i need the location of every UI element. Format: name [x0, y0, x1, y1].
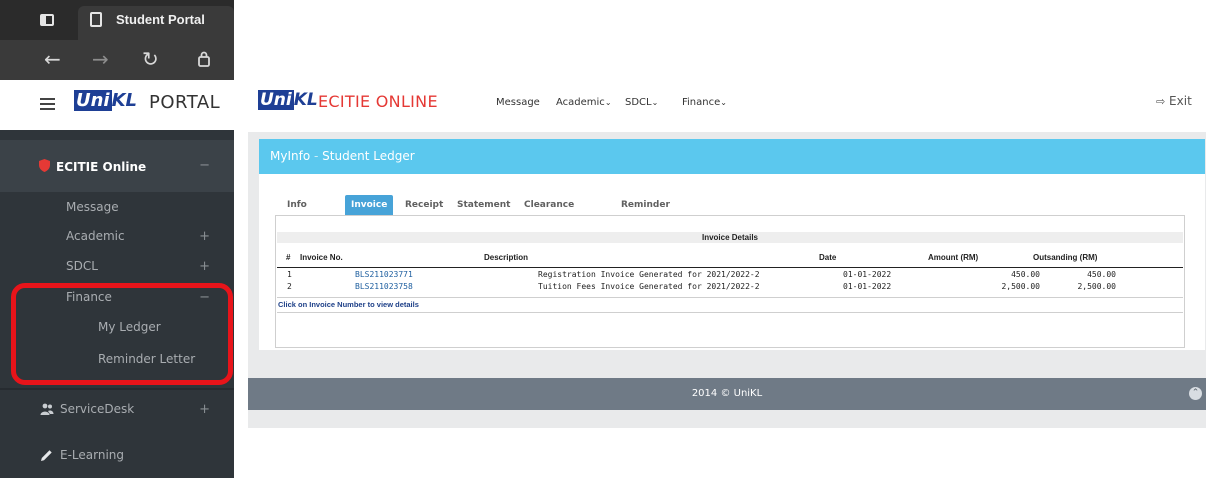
- expand-icon: +: [199, 259, 210, 274]
- column-header-amount: Amount (RM): [928, 253, 979, 262]
- invoice-amount: 2,500.00: [1001, 282, 1040, 291]
- invoice-date: 01-01-2022: [843, 270, 892, 279]
- portal-title: PORTAL: [149, 92, 221, 113]
- nav-finance[interactable]: Finance⌄: [682, 97, 727, 108]
- invoice-details-table: Invoice Details # Invoice No. Descriptio…: [275, 215, 1185, 348]
- table-note: Click on Invoice Number to view details: [278, 300, 419, 309]
- expand-icon: +: [199, 402, 210, 417]
- sidebar-item-e-learning[interactable]: E-Learning: [0, 448, 234, 472]
- tab-invoice[interactable]: Invoice: [345, 195, 394, 215]
- sidebar-item-label: Message: [66, 200, 119, 214]
- tab-receipt[interactable]: Receipt: [405, 195, 443, 215]
- note-divider: [277, 312, 1183, 313]
- column-header-description: Description: [484, 253, 529, 262]
- invoice-number-link[interactable]: BLS211023771: [355, 270, 413, 279]
- sidebar-item-servicedesk[interactable]: ServiceDesk +: [0, 402, 234, 426]
- footer-copyright: 2014 © UniKL: [691, 388, 763, 399]
- column-header-no: #: [286, 253, 291, 262]
- tab-overview-icon[interactable]: [40, 14, 54, 26]
- panel-title-bar: MyInfo - Student Ledger: [259, 139, 1205, 174]
- expand-icon: +: [199, 229, 210, 244]
- sidebar-item-message[interactable]: Message: [0, 200, 234, 224]
- sign-out-icon: ⇨: [1156, 95, 1166, 108]
- tab-info[interactable]: Info: [287, 195, 307, 215]
- highlight-annotation-box: [11, 283, 233, 385]
- reload-icon[interactable]: ↻: [142, 48, 159, 70]
- breadcrumb-myinfo[interactable]: MyInfo: [270, 149, 310, 163]
- sidebar-item-label: SDCL: [66, 259, 98, 273]
- nav-message[interactable]: Message: [496, 97, 540, 108]
- tab-clearance-report[interactable]: Clearance Report: [524, 195, 574, 230]
- sidebar-item-label: ServiceDesk: [60, 402, 135, 416]
- table-caption: Invoice Details: [701, 233, 759, 242]
- breadcrumb: MyInfo - Student Ledger: [270, 149, 415, 163]
- invoice-number-link[interactable]: BLS211023758: [355, 282, 413, 291]
- sidebar-item-label: Academic: [66, 229, 125, 243]
- sidebar-divider: [0, 388, 234, 390]
- sidebar-item-academic[interactable]: Academic +: [0, 229, 234, 253]
- unikl-logo: Uni KL: [74, 90, 138, 111]
- rows-divider: [277, 297, 1183, 298]
- sidebar-section-ecitie-online[interactable]: ECITIE Online −: [0, 140, 234, 192]
- nav-academic[interactable]: Academic⌄: [556, 97, 612, 108]
- unikl-logo[interactable]: Uni KL: [258, 90, 318, 110]
- collapse-icon: −: [199, 158, 210, 173]
- invoice-description: Tuition Fees Invoice Generated for 2021/…: [538, 282, 760, 291]
- chevron-down-icon: ⌄: [604, 98, 612, 107]
- footer-spacer: [248, 410, 1206, 428]
- browser-tab-strip: Student Portal: [0, 0, 234, 40]
- column-header-invoice-no: Invoice No.: [300, 253, 343, 262]
- tab-reminder-letter[interactable]: Reminder Letter: [621, 195, 670, 230]
- breadcrumb-student-ledger: Student Ledger: [322, 149, 415, 163]
- page-icon: [90, 12, 102, 27]
- nav-sdcl[interactable]: SDCL⌄: [625, 97, 658, 108]
- scroll-to-top-icon[interactable]: ⌃: [1189, 387, 1202, 400]
- exit-button[interactable]: ⇨ Exit: [1156, 94, 1192, 108]
- hamburger-menu-icon[interactable]: [40, 98, 55, 110]
- breadcrumb-separator: -: [314, 149, 319, 163]
- chevron-down-icon: ⌄: [720, 98, 727, 107]
- invoice-description: Registration Invoice Generated for 2021/…: [538, 270, 760, 279]
- sidebar-header: Uni KL PORTAL: [0, 80, 234, 130]
- sidebar-item-sdcl[interactable]: SDCL +: [0, 259, 234, 283]
- browser-nav-bar: ← → ↻: [0, 40, 234, 80]
- invoice-outstanding: 2,500.00: [1077, 282, 1116, 291]
- lock-icon[interactable]: [197, 51, 211, 71]
- top-navbar: Uni KL ECITIE ONLINE Message Academic⌄ SD…: [234, 80, 1206, 132]
- users-icon: [40, 403, 54, 418]
- invoice-outstanding: 450.00: [1087, 270, 1116, 279]
- student-ledger-panel: MyInfo - Student Ledger Info Invoice Rec…: [259, 139, 1205, 350]
- sidebar-section-label: ECITIE Online: [56, 160, 147, 174]
- back-icon[interactable]: ←: [44, 48, 61, 70]
- app-title: ECITIE ONLINE: [318, 92, 438, 111]
- row-number: 1: [287, 270, 292, 279]
- browser-chrome: Student Portal ← → ↻: [0, 0, 234, 80]
- tab-statement[interactable]: Statement: [457, 195, 510, 215]
- sidebar-item-label: E-Learning: [60, 448, 125, 462]
- row-number: 2: [287, 282, 292, 291]
- column-header-outstanding: Outsanding (RM): [1033, 253, 1098, 262]
- chevron-down-icon: ⌄: [651, 98, 659, 107]
- header-divider: [277, 267, 1183, 268]
- browser-tab-title: Student Portal: [116, 12, 205, 27]
- shield-icon: [39, 159, 50, 175]
- invoice-date: 01-01-2022: [843, 282, 892, 291]
- footer: 2014 © UniKL ⌃: [248, 378, 1206, 410]
- pencil-icon: [40, 449, 53, 465]
- forward-icon[interactable]: →: [92, 48, 109, 70]
- column-header-date: Date: [819, 253, 837, 262]
- invoice-amount: 450.00: [1011, 270, 1040, 279]
